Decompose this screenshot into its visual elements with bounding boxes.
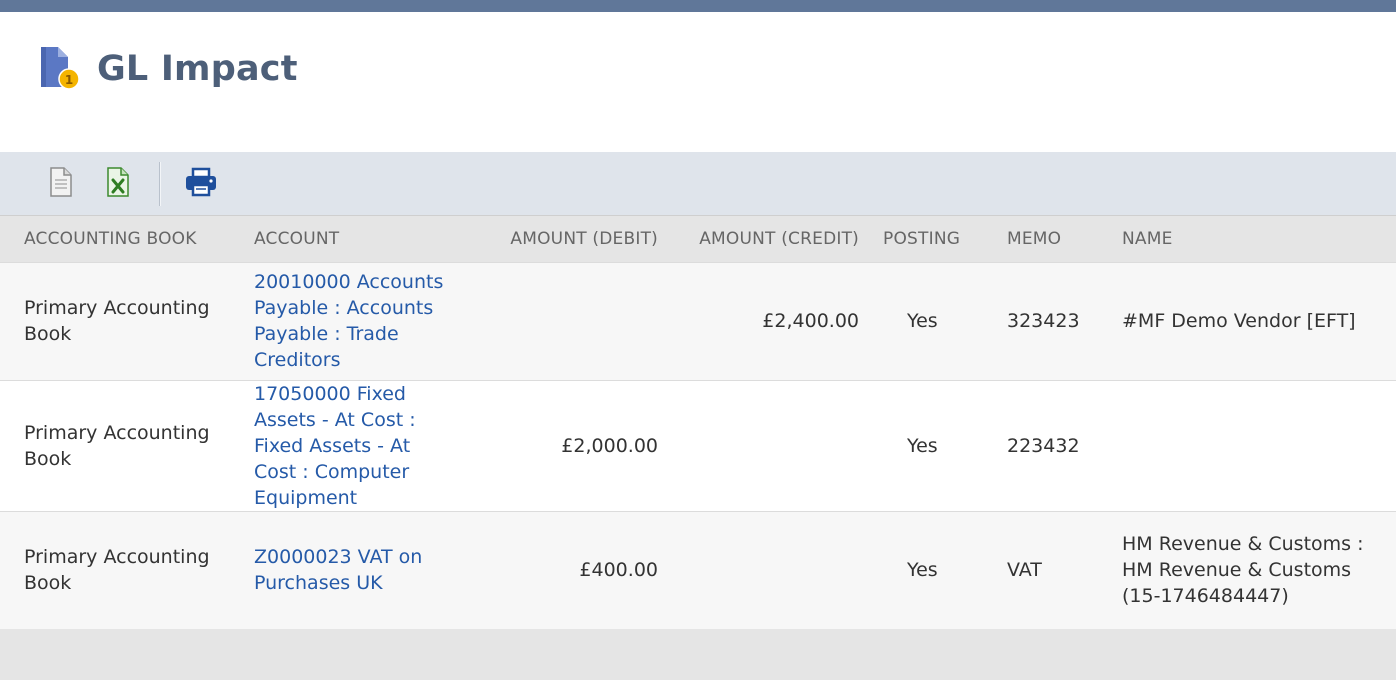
cell-amount-credit	[658, 380, 859, 511]
account-link[interactable]: 20010000 Accounts Payable : Accounts Pay…	[254, 271, 443, 371]
cell-posting: Yes	[907, 434, 938, 457]
cell-amount-credit	[658, 511, 859, 629]
export-excel-button[interactable]	[101, 166, 135, 202]
cell-memo: 323423	[1007, 310, 1080, 332]
header-amount-credit[interactable]: AMOUNT (CREDIT)	[658, 216, 859, 262]
cell-accounting-book: Primary Accounting Book	[24, 546, 210, 595]
gl-impact-document-coin-icon: 1	[38, 45, 82, 91]
gl-impact-table: ACCOUNTING BOOK ACCOUNT AMOUNT (DEBIT) A…	[0, 216, 1396, 629]
header-account[interactable]: ACCOUNT	[230, 216, 470, 262]
page-title: GL Impact	[97, 49, 298, 89]
account-link[interactable]: Z0000023 VAT on Purchases UK	[254, 546, 422, 594]
header-posting[interactable]: POSTING	[859, 216, 983, 262]
document-icon	[47, 166, 75, 202]
svg-text:1: 1	[65, 73, 73, 87]
print-button[interactable]	[184, 166, 218, 202]
header-amount-debit[interactable]: AMOUNT (DEBIT)	[470, 216, 658, 262]
table-row: Primary Accounting Book Z0000023 VAT on …	[0, 511, 1396, 629]
header-accounting-book[interactable]: ACCOUNTING BOOK	[0, 216, 230, 262]
table-row: Primary Accounting Book 17050000 Fixed A…	[0, 380, 1396, 511]
cell-posting: Yes	[907, 559, 938, 582]
table-header-row: ACCOUNTING BOOK ACCOUNT AMOUNT (DEBIT) A…	[0, 216, 1396, 262]
cell-amount-credit: £2,400.00	[762, 310, 859, 332]
header-memo[interactable]: MEMO	[983, 216, 1098, 262]
toolbar-separator	[159, 162, 161, 206]
cell-posting: Yes	[907, 310, 938, 332]
cell-memo: 223432	[1007, 434, 1080, 457]
cell-amount-debit: £2,000.00	[561, 434, 658, 457]
export-csv-button[interactable]	[44, 166, 78, 202]
header-name[interactable]: NAME	[1098, 216, 1396, 262]
printer-icon	[184, 166, 218, 202]
excel-icon	[104, 166, 132, 202]
cell-name: #MF Demo Vendor [EFT]	[1122, 310, 1356, 332]
cell-name	[1098, 380, 1396, 511]
toolbar	[0, 152, 1396, 216]
cell-name: HM Revenue & Customs : HM Revenue & Cust…	[1122, 533, 1364, 608]
cell-accounting-book: Primary Accounting Book	[24, 297, 210, 345]
page-footer-area	[0, 629, 1396, 680]
account-link[interactable]: 17050000 Fixed Assets - At Cost : Fixed …	[254, 383, 416, 509]
cell-amount-debit: £400.00	[579, 559, 658, 582]
page-header: 1 GL Impact	[0, 12, 1396, 152]
table-row: Primary Accounting Book 20010000 Account…	[0, 262, 1396, 380]
cell-accounting-book: Primary Accounting Book	[24, 421, 210, 470]
cell-memo: VAT	[1007, 559, 1042, 582]
cell-amount-debit	[470, 262, 658, 380]
top-bar	[0, 0, 1396, 12]
